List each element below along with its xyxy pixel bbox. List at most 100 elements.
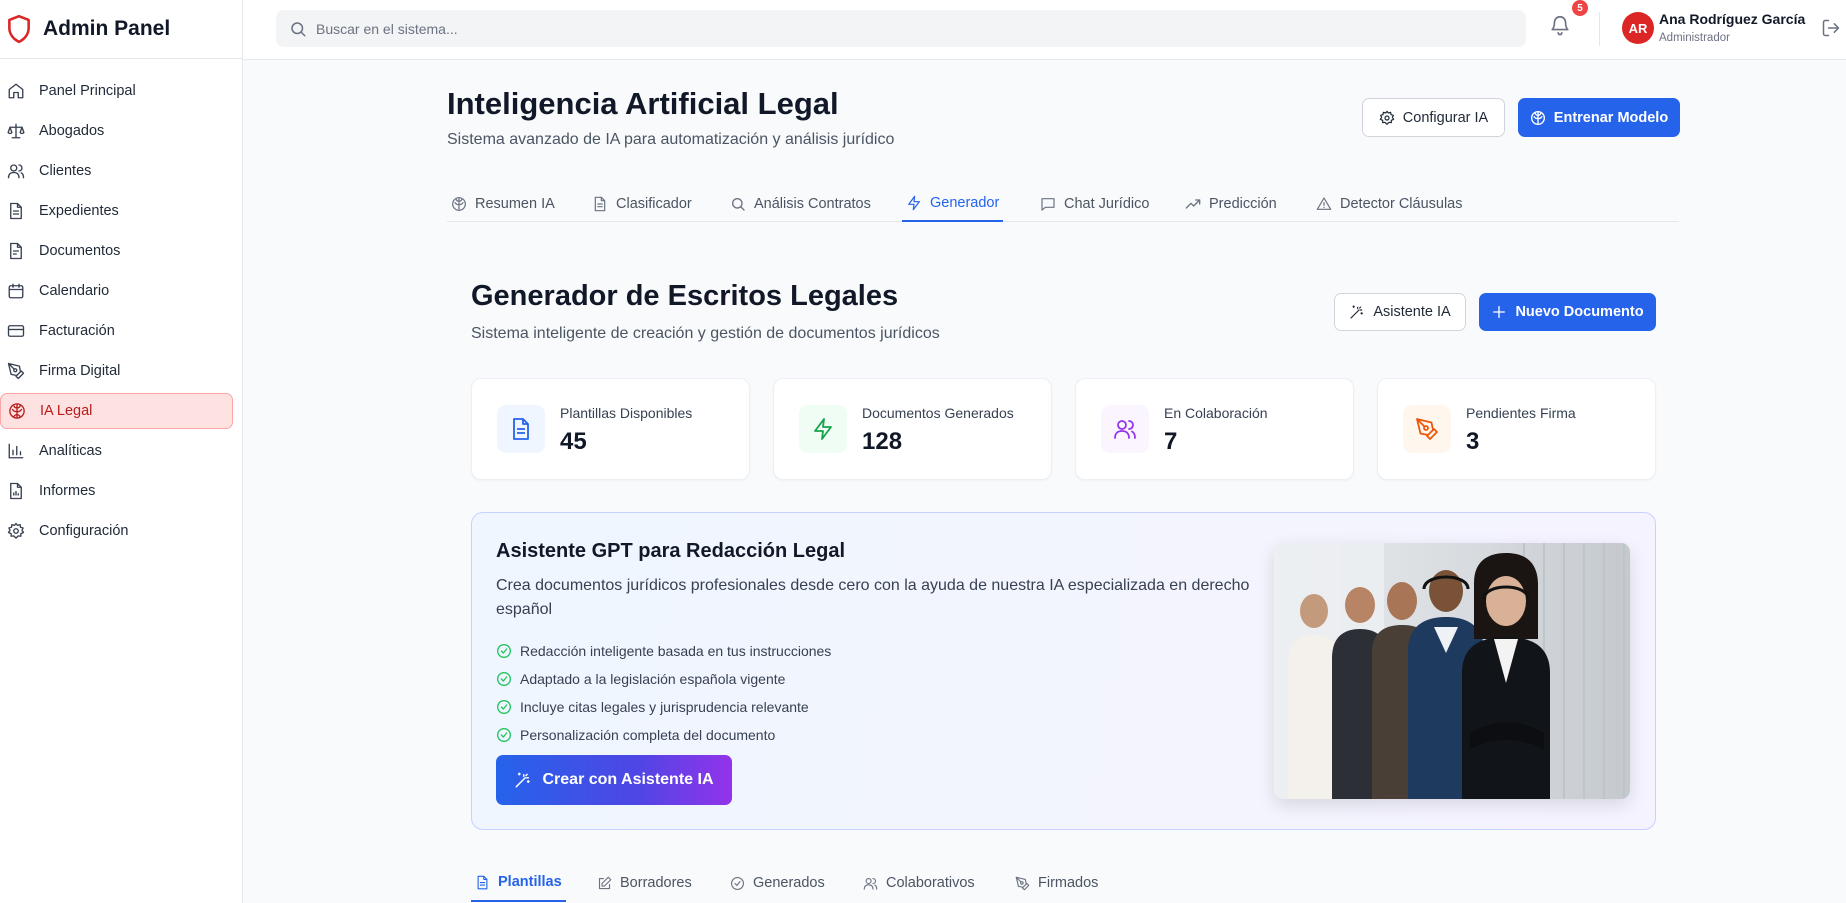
sidebar-item-analiticas[interactable]: Analíticas <box>0 433 233 469</box>
sidebar-item-clientes[interactable]: Clientes <box>0 153 233 189</box>
stat-icon-box <box>497 405 545 453</box>
stat-card-collaboration: En Colaboración 7 <box>1075 378 1354 480</box>
user-name: Ana Rodríguez García <box>1659 11 1806 27</box>
tab-label: Generador <box>930 195 1000 211</box>
plus-icon <box>1491 304 1507 320</box>
sidebar: Admin Panel Panel Principal Abogados Cli… <box>0 0 243 903</box>
sidebar-item-documentos[interactable]: Documentos <box>0 233 233 269</box>
stat-value: 45 <box>560 428 587 455</box>
sidebar-item-label: Documentos <box>39 243 121 259</box>
sidebar-item-facturacion[interactable]: Facturación <box>0 313 233 349</box>
subtab-label: Borradores <box>620 875 692 891</box>
tab-resumen-ia[interactable]: Resumen IA <box>447 186 559 222</box>
tab-prediccion[interactable]: Predicción <box>1181 186 1281 222</box>
file-icon <box>7 242 25 260</box>
trending-up-icon <box>1185 196 1201 212</box>
pen-tool-icon <box>7 362 25 380</box>
subtab-colaborativos[interactable]: Colaborativos <box>859 864 979 902</box>
brain-icon <box>451 196 467 212</box>
sidebar-item-label: Facturación <box>39 323 115 339</box>
ai-assistant-button[interactable]: Asistente IA <box>1334 293 1466 331</box>
sidebar-item-abogados[interactable]: Abogados <box>0 113 233 149</box>
scale-icon <box>7 122 25 140</box>
sidebar-item-expedientes[interactable]: Expedientes <box>0 193 233 229</box>
check-circle-icon <box>496 727 512 743</box>
bell-icon[interactable] <box>1549 13 1571 37</box>
train-model-button[interactable]: Entrenar Modelo <box>1518 98 1680 137</box>
magic-wand-icon <box>1349 304 1365 320</box>
report-icon <box>7 482 25 500</box>
tab-chat-juridico[interactable]: Chat Jurídico <box>1036 186 1153 222</box>
file-text-icon <box>7 202 25 220</box>
tab-detector-clausulas[interactable]: Detector Cláusulas <box>1312 186 1467 222</box>
stat-card-pending-signature: Pendientes Firma 3 <box>1377 378 1656 480</box>
message-icon <box>1040 196 1056 212</box>
subtab-borradores[interactable]: Borradores <box>593 864 696 902</box>
subtab-firmados[interactable]: Firmados <box>1011 864 1102 902</box>
feature-item: Incluye citas legales y jurisprudencia r… <box>496 693 831 721</box>
create-with-assistant-button[interactable]: Crear con Asistente IA <box>496 755 732 805</box>
sidebar-item-label: Firma Digital <box>39 363 121 379</box>
sidebar-item-label: Configuración <box>39 523 129 539</box>
sidebar-item-firma-digital[interactable]: Firma Digital <box>0 353 233 389</box>
assistant-title: Asistente GPT para Redacción Legal <box>496 540 845 562</box>
check-circle-icon <box>730 876 745 891</box>
search-box[interactable] <box>276 10 1526 47</box>
subtab-generados[interactable]: Generados <box>726 864 829 902</box>
stat-value: 128 <box>862 428 903 455</box>
feature-text: Incluye citas legales y jurisprudencia r… <box>520 699 809 715</box>
zap-icon <box>906 195 922 211</box>
tab-clasificador[interactable]: Clasificador <box>588 186 696 222</box>
credit-card-icon <box>7 322 25 340</box>
team-photo <box>1274 543 1630 799</box>
feature-item: Personalización completa del documento <box>496 721 831 749</box>
logout-icon[interactable] <box>1821 18 1841 38</box>
generator-title: Generador de Escritos Legales <box>471 280 899 312</box>
ai-assistant-label: Asistente IA <box>1373 304 1451 320</box>
page-title: Inteligencia Artificial Legal <box>447 86 839 121</box>
feature-item: Redacción inteligente basada en tus inst… <box>496 637 831 665</box>
configure-ai-button[interactable]: Configurar IA <box>1362 98 1505 137</box>
stat-label: Plantillas Disponibles <box>560 405 693 421</box>
main-tabs: Resumen IA Clasificador Análisis Contrat… <box>447 186 1679 222</box>
users-icon <box>863 876 878 891</box>
brand[interactable]: Admin Panel <box>0 0 242 59</box>
sidebar-item-ia-legal[interactable]: IA Legal <box>0 393 233 429</box>
page-subtitle: Sistema avanzado de IA para automatizaci… <box>447 131 895 148</box>
sidebar-item-label: Abogados <box>39 123 105 139</box>
stat-card-templates: Plantillas Disponibles 45 <box>471 378 750 480</box>
sidebar-nav: Panel Principal Abogados Clientes Expedi… <box>0 59 242 549</box>
sidebar-item-configuracion[interactable]: Configuración <box>0 513 233 549</box>
shield-icon <box>6 14 32 44</box>
tab-label: Predicción <box>1209 196 1277 212</box>
sidebar-item-label: Panel Principal <box>39 83 136 99</box>
stat-icon-box <box>1101 405 1149 453</box>
tab-analisis-contratos[interactable]: Análisis Contratos <box>726 186 875 222</box>
alert-triangle-icon <box>1316 196 1332 212</box>
sidebar-item-calendario[interactable]: Calendario <box>0 273 233 309</box>
users-icon <box>1113 417 1137 441</box>
document-tabs: Plantillas Borradores Generados Colabora… <box>471 864 1656 903</box>
feature-item: Adaptado a la legislación española vigen… <box>496 665 831 693</box>
stat-label: Pendientes Firma <box>1466 405 1576 421</box>
new-document-button[interactable]: Nuevo Documento <box>1479 293 1656 331</box>
sidebar-item-label: Analíticas <box>39 443 102 459</box>
stat-value: 3 <box>1466 428 1480 455</box>
subtab-label: Firmados <box>1038 875 1099 891</box>
avatar[interactable]: AR <box>1622 12 1654 44</box>
search-icon <box>730 196 746 212</box>
create-with-assistant-label: Crear con Asistente IA <box>542 771 714 788</box>
stat-icon-box <box>1403 405 1451 453</box>
generator-subtitle: Sistema inteligente de creación y gestió… <box>471 325 940 342</box>
sidebar-item-informes[interactable]: Informes <box>0 473 233 509</box>
search-icon <box>289 20 307 38</box>
sidebar-item-panel-principal[interactable]: Panel Principal <box>0 73 233 109</box>
subtab-label: Plantillas <box>498 874 562 890</box>
feature-text: Adaptado a la legislación española vigen… <box>520 671 786 687</box>
stat-label: Documentos Generados <box>862 405 1014 421</box>
subtab-plantillas[interactable]: Plantillas <box>471 864 566 902</box>
check-circle-icon <box>496 671 512 687</box>
search-input[interactable] <box>316 20 1526 37</box>
tab-generador[interactable]: Generador <box>902 186 1004 222</box>
check-circle-icon <box>496 643 512 659</box>
